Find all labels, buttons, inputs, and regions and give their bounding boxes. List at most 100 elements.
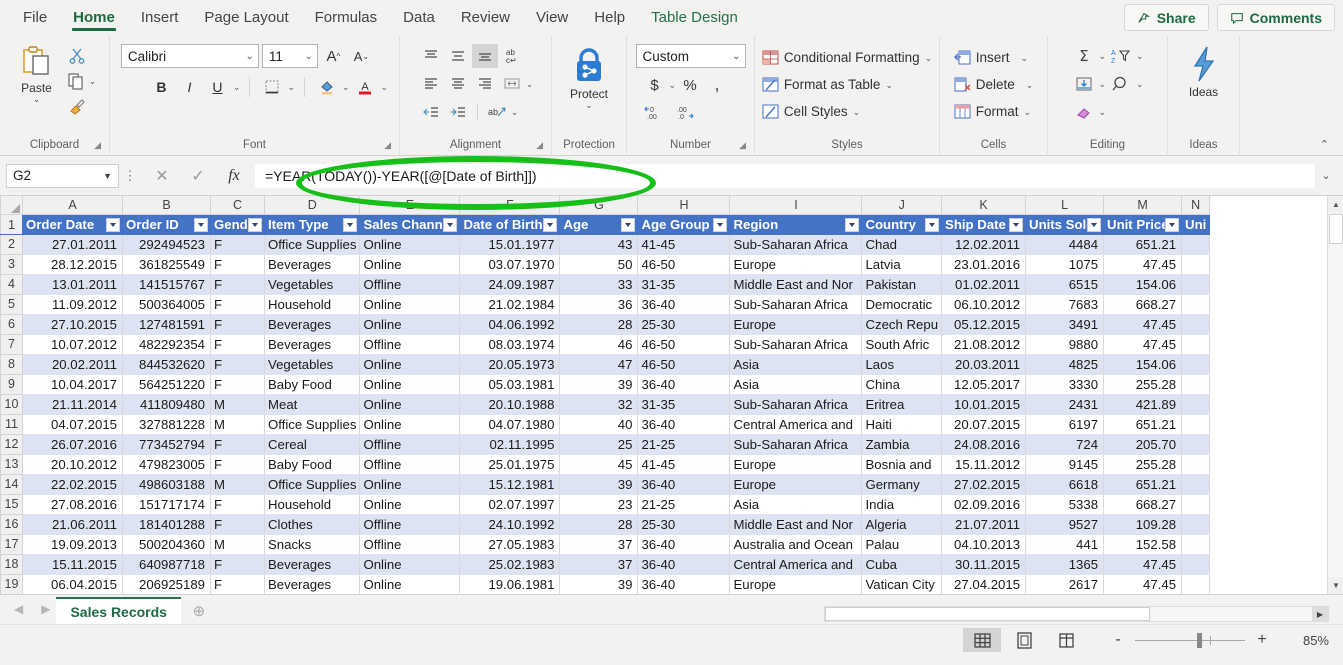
- cell[interactable]: [1182, 394, 1210, 414]
- column-header-i[interactable]: I: [730, 196, 862, 214]
- row-header-11[interactable]: 11: [1, 414, 23, 434]
- cell[interactable]: 03.07.1970: [460, 254, 560, 274]
- number-format-combo[interactable]: Custom ⌄: [636, 44, 746, 68]
- increase-font-size-button[interactable]: A^: [321, 44, 346, 68]
- cell[interactable]: 141515767: [123, 274, 211, 294]
- cell[interactable]: 24.10.1992: [460, 514, 560, 534]
- table-row[interactable]: 910.04.2017564251220FBaby FoodOnline05.0…: [1, 374, 1210, 394]
- chevron-down-icon[interactable]: ⌄: [1026, 81, 1034, 89]
- vertical-scrollbar[interactable]: ▲ ▼: [1327, 196, 1343, 594]
- next-sheet-button[interactable]: ▶: [41, 602, 50, 616]
- table-row[interactable]: 1104.07.2015327881228MOffice SuppliesOnl…: [1, 414, 1210, 434]
- table-row[interactable]: 1815.11.2015640987718FBeveragesOnline25.…: [1, 554, 1210, 574]
- row-header-8[interactable]: 8: [1, 354, 23, 374]
- tab-table-design[interactable]: Table Design: [638, 0, 751, 36]
- share-button[interactable]: Share: [1124, 4, 1209, 31]
- scroll-down-arrow[interactable]: ▼: [1328, 577, 1343, 594]
- cell[interactable]: [1182, 414, 1210, 434]
- cell[interactable]: Online: [360, 414, 460, 434]
- cell[interactable]: 327881228: [123, 414, 211, 434]
- cell[interactable]: Zambia: [862, 434, 942, 454]
- cell[interactable]: Online: [360, 494, 460, 514]
- merge-dropdown-caret[interactable]: ⌄: [526, 80, 534, 88]
- text-direction-button[interactable]: ab: [484, 100, 510, 124]
- cell[interactable]: Sub-Saharan Africa: [730, 434, 862, 454]
- cell[interactable]: [1182, 434, 1210, 454]
- paste-dropdown-caret[interactable]: ⌄: [33, 95, 41, 103]
- cell[interactable]: 181401288: [123, 514, 211, 534]
- cell[interactable]: 206925189: [123, 574, 211, 594]
- cell[interactable]: 482292354: [123, 334, 211, 354]
- cell[interactable]: 651.21: [1104, 234, 1182, 254]
- row-header-7[interactable]: 7: [1, 334, 23, 354]
- align-top-button[interactable]: [418, 44, 444, 68]
- cell[interactable]: F: [211, 354, 265, 374]
- cell[interactable]: 640987718: [123, 554, 211, 574]
- cell[interactable]: F: [211, 254, 265, 274]
- cell[interactable]: 06.04.2015: [23, 574, 123, 594]
- cell[interactable]: 23: [560, 494, 638, 514]
- cell[interactable]: Sub-Saharan Africa: [730, 294, 862, 314]
- cell[interactable]: 36-40: [638, 534, 730, 554]
- cell[interactable]: Cereal: [265, 434, 360, 454]
- cell[interactable]: 24.08.2016: [942, 434, 1026, 454]
- cell[interactable]: Vegetables: [265, 274, 360, 294]
- cell[interactable]: 109.28: [1104, 514, 1182, 534]
- cell[interactable]: 41-45: [638, 454, 730, 474]
- cell[interactable]: 15.12.1981: [460, 474, 560, 494]
- cell[interactable]: 30.11.2015: [942, 554, 1026, 574]
- cell[interactable]: 32: [560, 394, 638, 414]
- filter-dropdown-button[interactable]: [1009, 218, 1023, 232]
- cell[interactable]: 50: [560, 254, 638, 274]
- cell[interactable]: 27.02.2015: [942, 474, 1026, 494]
- row-header-4[interactable]: 4: [1, 274, 23, 294]
- horizontal-scrollbar[interactable]: ▶: [824, 606, 1329, 622]
- cell[interactable]: 3330: [1026, 374, 1104, 394]
- filter-dropdown-button[interactable]: [443, 218, 457, 232]
- table-header-cell[interactable]: Order ID: [123, 214, 211, 234]
- align-middle-button[interactable]: [445, 44, 471, 68]
- filter-dropdown-button[interactable]: [248, 218, 262, 232]
- cell[interactable]: 22.02.2015: [23, 474, 123, 494]
- cut-button[interactable]: [64, 45, 90, 67]
- cell[interactable]: 668.27: [1104, 294, 1182, 314]
- cell[interactable]: 10.01.2015: [942, 394, 1026, 414]
- cell[interactable]: F: [211, 274, 265, 294]
- font-size-combo[interactable]: 11 ⌄: [262, 44, 318, 68]
- cell[interactable]: 46-50: [638, 254, 730, 274]
- cell[interactable]: 25.02.1983: [460, 554, 560, 574]
- cell[interactable]: 04.07.1980: [460, 414, 560, 434]
- cell[interactable]: Sub-Saharan Africa: [730, 394, 862, 414]
- cell[interactable]: 10.07.2012: [23, 334, 123, 354]
- cell[interactable]: 6197: [1026, 414, 1104, 434]
- cell[interactable]: 33: [560, 274, 638, 294]
- table-row[interactable]: 627.10.2015127481591FBeveragesOnline04.0…: [1, 314, 1210, 334]
- cell[interactable]: Meat: [265, 394, 360, 414]
- cell[interactable]: 11.09.2012: [23, 294, 123, 314]
- cell[interactable]: Palau: [862, 534, 942, 554]
- row-header-10[interactable]: 10: [1, 394, 23, 414]
- normal-view-button[interactable]: [963, 628, 1001, 652]
- table-row[interactable]: 1021.11.2014411809480MMeatOnline20.10.19…: [1, 394, 1210, 414]
- fill-button[interactable]: [1071, 72, 1097, 96]
- cell[interactable]: 20.07.2015: [942, 414, 1026, 434]
- cell[interactable]: 36-40: [638, 554, 730, 574]
- cell[interactable]: 02.11.1995: [460, 434, 560, 454]
- cell[interactable]: Offline: [360, 534, 460, 554]
- cell[interactable]: 20.10.2012: [23, 454, 123, 474]
- cell[interactable]: Offline: [360, 454, 460, 474]
- cell[interactable]: 411809480: [123, 394, 211, 414]
- cell[interactable]: 12.05.2017: [942, 374, 1026, 394]
- format-cells-button[interactable]: Format ⌄: [952, 98, 1033, 125]
- scroll-up-arrow[interactable]: ▲: [1328, 196, 1343, 213]
- cell[interactable]: Household: [265, 494, 360, 514]
- table-row[interactable]: 227.01.2011292494523FOffice SuppliesOnli…: [1, 234, 1210, 254]
- format-as-table-button[interactable]: Format as Table ⌄: [760, 71, 895, 98]
- cell[interactable]: 40: [560, 414, 638, 434]
- filter-dropdown-button[interactable]: [543, 218, 557, 232]
- cell[interactable]: Chad: [862, 234, 942, 254]
- find-select-dropdown-caret[interactable]: ⌄: [1136, 80, 1144, 88]
- cell[interactable]: [1182, 454, 1210, 474]
- cell[interactable]: Europe: [730, 574, 862, 594]
- cell[interactable]: 21-25: [638, 434, 730, 454]
